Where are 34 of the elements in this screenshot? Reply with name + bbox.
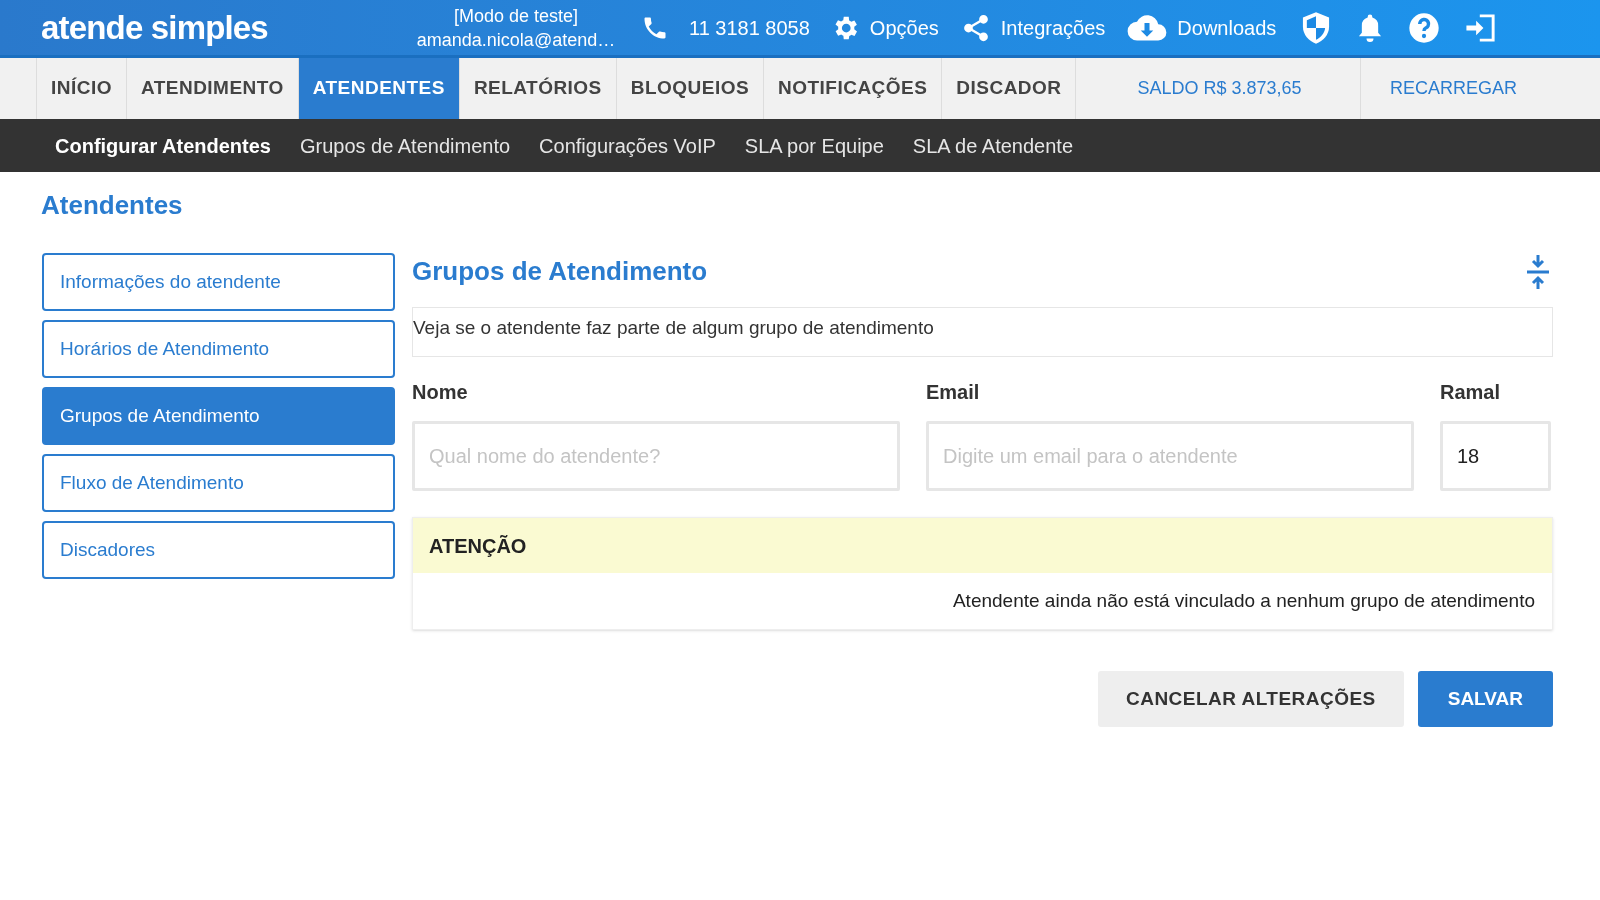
subnav-link[interactable]: Configurar Atendentes [55, 130, 271, 161]
recharge-link[interactable]: RECARREGAR [1361, 75, 1546, 102]
subnav-link[interactable]: SLA de Atendente [912, 130, 1073, 161]
sidebar-item[interactable]: Discadores [42, 521, 395, 579]
alert-message: Atendente ainda não está vinculado a nenhum grupo de atendimento [951, 588, 1536, 613]
logo[interactable]: atende simples [41, 2, 401, 53]
input-field[interactable]: Qual nome do atendente? [412, 421, 900, 491]
nav-tab[interactable]: ATENDENTES [298, 58, 460, 119]
subnav-link[interactable]: Grupos de Atendimento [299, 130, 511, 161]
sidebar-item[interactable]: Informações do atendente [42, 253, 395, 311]
mode-label: [Modo de teste] [453, 4, 579, 28]
help-icon[interactable] [1408, 11, 1441, 44]
phone-number: 11 3181 8058 [689, 15, 810, 41]
section-description: Veja se o atendente faz parte de algum grupo de atendimento [412, 307, 1553, 357]
alert-title: ATENÇÃO [413, 518, 1552, 573]
input-field[interactable]: Digite um email para o atendente [926, 421, 1414, 491]
subnav-link[interactable]: SLA por Equipe [744, 130, 884, 161]
field-label: Email [926, 380, 981, 405]
header-link[interactable]: Integrações [960, 12, 1106, 43]
save-button[interactable]: SALVAR [1417, 671, 1553, 727]
page-title: Atendentes [41, 189, 184, 222]
collapse-icon[interactable] [1525, 253, 1551, 291]
subnav-link[interactable]: Configurações VoIP [539, 130, 716, 161]
cancel-button[interactable]: CANCELAR ALTERAÇÕES [1098, 671, 1404, 727]
header-link[interactable]: Opções [829, 12, 939, 43]
field-label: Ramal [1440, 380, 1502, 405]
field-label: Nome [412, 380, 469, 405]
section-title: Grupos de Atendimento [412, 254, 708, 288]
sidebar-item[interactable]: Fluxo de Atendimento [42, 454, 395, 512]
cloud-download-icon [1127, 12, 1168, 43]
sidebar-item[interactable]: Grupos de Atendimento [42, 387, 395, 445]
input-field[interactable]: 18 [1440, 421, 1551, 491]
user-email[interactable]: amanda.nicola@atend… [416, 27, 616, 52]
sidebar-item[interactable]: Horários de Atendimento [42, 320, 395, 378]
